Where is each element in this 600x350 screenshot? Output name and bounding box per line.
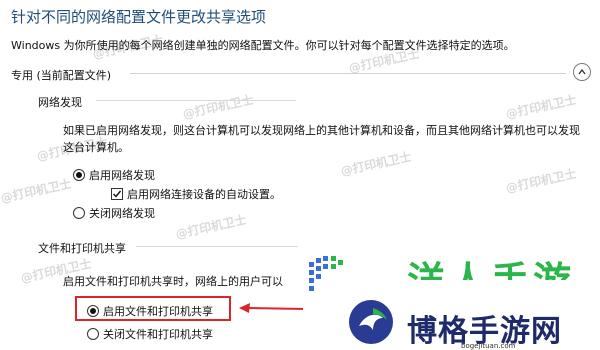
collapse-button[interactable] bbox=[573, 63, 591, 81]
site-logo: 洋人手游 博格手游网 bogejituan.com bbox=[303, 246, 600, 350]
file-sharing-heading: 文件和打印机共享 bbox=[38, 242, 126, 255]
watermark: @打印机卫士 bbox=[504, 92, 578, 122]
arrow-left-icon bbox=[239, 303, 307, 313]
chevron-up-icon bbox=[578, 68, 586, 75]
radio-button[interactable] bbox=[73, 169, 85, 181]
option-label: 启用网络连接设备的自动设置。 bbox=[127, 188, 281, 201]
page-description: Windows 为你所使用的每个网络创建单独的网络配置文件。你可以针对每个配置文… bbox=[11, 39, 515, 52]
checkbox[interactable] bbox=[111, 188, 123, 200]
option-label: 启用网络发现 bbox=[89, 169, 155, 182]
auto-setup-option[interactable]: 启用网络连接设备的自动设置。 bbox=[111, 186, 281, 202]
subsection-divider bbox=[136, 246, 298, 247]
radio-button[interactable] bbox=[73, 207, 85, 219]
radio-button[interactable] bbox=[87, 328, 99, 340]
section-divider bbox=[130, 73, 566, 74]
option-label: 关闭文件和打印机共享 bbox=[103, 328, 213, 341]
page-title: 针对不同的网络配置文件更改共享选项 bbox=[11, 8, 267, 26]
highlight-box bbox=[75, 296, 231, 321]
subsection-divider bbox=[96, 100, 296, 101]
profile-section-label: 专用 (当前配置文件) bbox=[11, 69, 112, 82]
network-discovery-heading: 网络发现 bbox=[38, 96, 82, 109]
file-sharing-paragraph: 启用文件和打印机共享时，网络上的用户可以 bbox=[63, 275, 283, 288]
network-discovery-paragraph: 如果已启用网络发现，则这台计算机可以发现网络上的其他计算机和设备，而且其他网络计… bbox=[63, 124, 580, 154]
radio-selected-dot bbox=[76, 172, 82, 178]
watermark: @打印机卫士 bbox=[0, 176, 73, 206]
watermark: @打印机卫士 bbox=[174, 212, 248, 242]
network-discovery-off-option[interactable]: 关闭网络发现 bbox=[73, 205, 155, 221]
logo-top-text: 洋人手游 bbox=[407, 250, 575, 280]
option-label: 关闭网络发现 bbox=[89, 207, 155, 220]
file-sharing-off-option[interactable]: 关闭文件和打印机共享 bbox=[87, 326, 213, 342]
watermark: @打印机卫士 bbox=[181, 92, 255, 122]
network-discovery-on-option[interactable]: 启用网络发现 bbox=[73, 167, 155, 183]
checkmark-icon bbox=[113, 190, 122, 198]
logo-mark-icon bbox=[349, 300, 393, 344]
watermark: @打印机卫士 bbox=[504, 166, 578, 196]
